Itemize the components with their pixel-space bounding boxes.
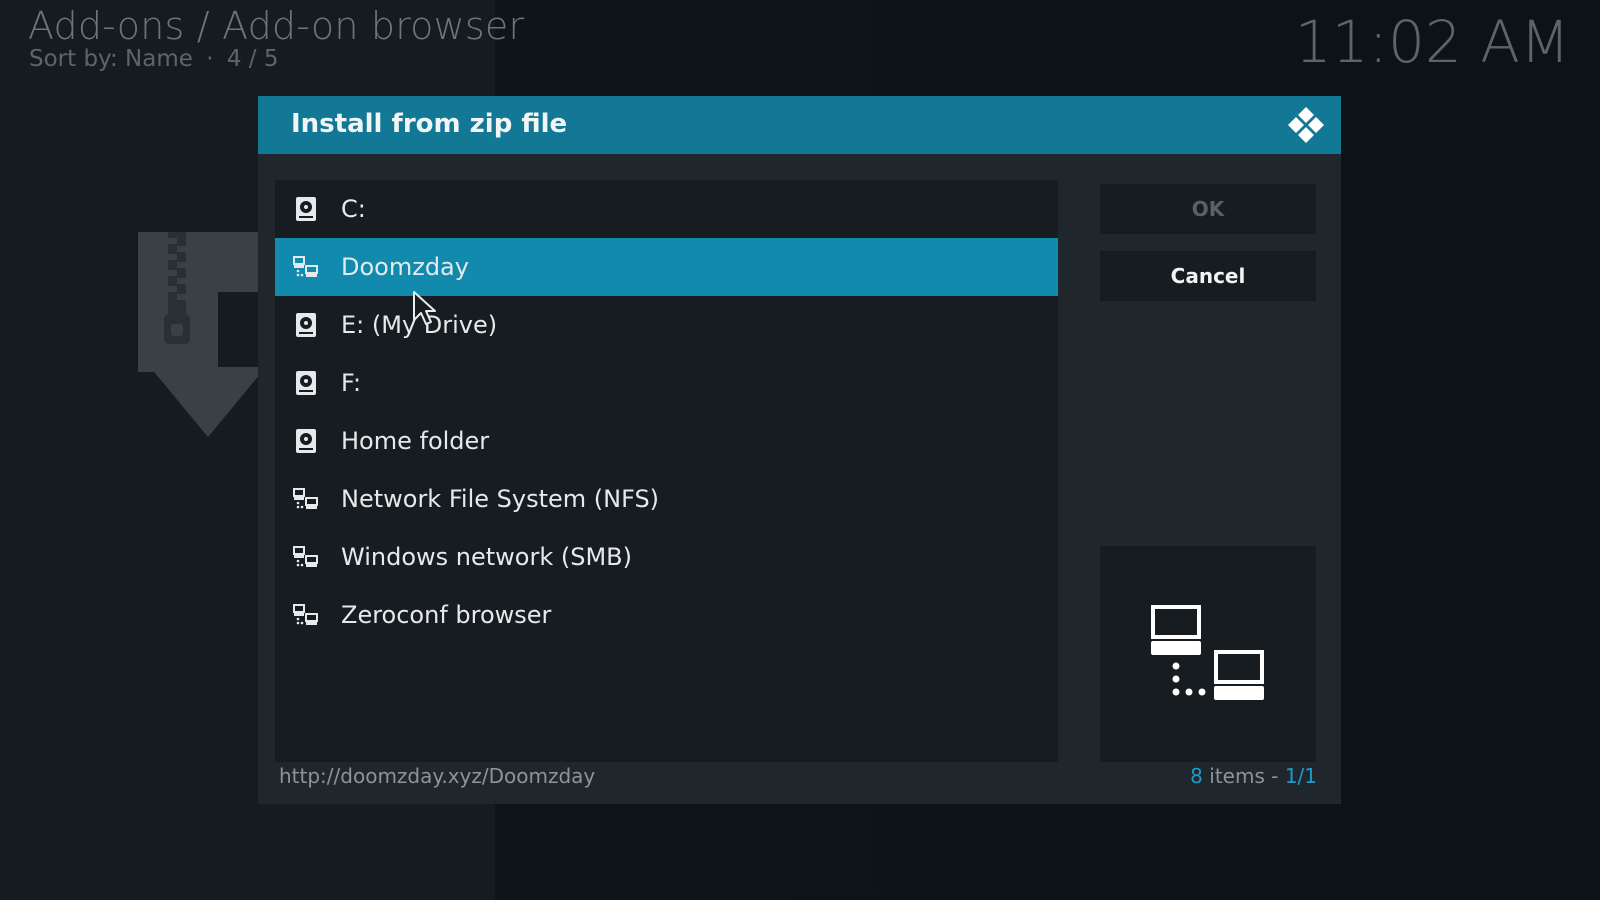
cancel-button[interactable]: Cancel (1100, 251, 1316, 301)
list-item-zeroconf[interactable]: Zeroconf browser (275, 586, 1058, 644)
item-count-word: items - (1202, 764, 1285, 788)
list-item-e-drive[interactable]: E: (My Drive) (275, 296, 1058, 354)
zip-install-icon (138, 232, 268, 437)
list-item-label: C: (341, 195, 366, 223)
mouse-cursor-icon (413, 291, 436, 325)
dialog-header: Install from zip file (258, 96, 1341, 154)
ok-button[interactable]: OK (1100, 184, 1316, 234)
list-item-label: Home folder (341, 427, 490, 455)
list-item-nfs[interactable]: Network File System (NFS) (275, 470, 1058, 528)
current-path: http://doomzday.xyz/Doomzday (279, 764, 596, 788)
list-item-c-drive[interactable]: C: (275, 180, 1058, 238)
position-label: 4 / 5 (226, 46, 279, 72)
list-item-label: Doomzday (341, 253, 469, 281)
page-subtitle: Sort by: Name · 4 / 5 (29, 46, 279, 72)
list-item-doomzday[interactable]: Doomzday (275, 238, 1058, 296)
network-source-icon (293, 543, 319, 571)
item-count: 8 items - 1/1 (1190, 764, 1317, 788)
network-source-icon (293, 601, 319, 629)
list-item-label: Zeroconf browser (341, 601, 552, 629)
list-item-label: Network File System (NFS) (341, 485, 660, 513)
source-list: C: Doomzday E: (My Drive) F: Home folder (275, 180, 1058, 762)
source-preview (1100, 546, 1316, 762)
list-item-f-drive[interactable]: F: (275, 354, 1058, 412)
hard-drive-icon (293, 311, 319, 339)
kodi-logo-icon[interactable] (1285, 105, 1327, 147)
hard-drive-icon (293, 427, 319, 455)
hard-drive-icon (293, 369, 319, 397)
sort-label: Sort by: Name (29, 46, 193, 72)
list-item-home-folder[interactable]: Home folder (275, 412, 1058, 470)
item-count-number: 8 (1190, 764, 1203, 788)
page-title: Add-ons / Add-on browser (28, 4, 525, 48)
subtitle-separator: · (206, 46, 214, 72)
list-item-label: F: (341, 369, 362, 397)
item-count-page: 1/1 (1284, 764, 1317, 788)
network-source-icon (293, 485, 319, 513)
network-computers-icon (1151, 605, 1264, 700)
list-item-label: Windows network (SMB) (341, 543, 632, 571)
hard-drive-icon (293, 195, 319, 223)
list-item-smb[interactable]: Windows network (SMB) (275, 528, 1058, 586)
install-from-zip-dialog: Install from zip file C: Doomzday E: (My… (258, 96, 1341, 804)
clock: 11:02 AM (1294, 8, 1570, 76)
dialog-title: Install from zip file (291, 109, 568, 139)
network-source-icon (293, 253, 319, 281)
